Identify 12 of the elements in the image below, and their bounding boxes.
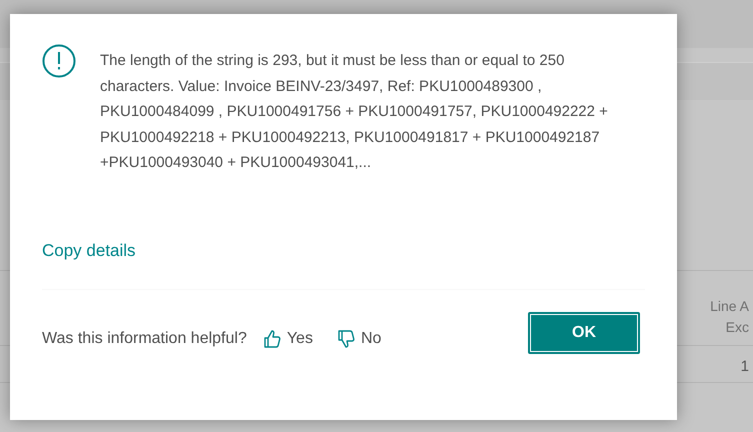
ok-button[interactable]: OK: [528, 312, 640, 354]
thumbs-up-icon: [262, 329, 281, 349]
error-message: The length of the string is 293, but it must be less than or equal to 250 characters. Value: Invoice BEINV-23/3497, Ref: PKU1000489300 , PKU1000484099 , PKU1000491756 + PKU1000491757, PKU1000492222 + PKU1000492218 + PKU1000492213, PKU1000491817 + PKU1000492187 +PKU1000493040 + PKU1000493041,...: [100, 51, 609, 173]
column-header: Line A: [710, 297, 749, 316]
column-header: Exc: [726, 318, 749, 337]
no-button[interactable]: No: [336, 327, 382, 351]
feedback-question: Was this information helpful?: [42, 329, 247, 349]
yes-button[interactable]: Yes: [262, 327, 313, 351]
copy-details-link[interactable]: Copy details: [42, 241, 136, 260]
exclamation-icon: [42, 44, 76, 78]
thumbs-down-icon: [336, 329, 355, 349]
table-cell-text: 1: [740, 357, 749, 377]
